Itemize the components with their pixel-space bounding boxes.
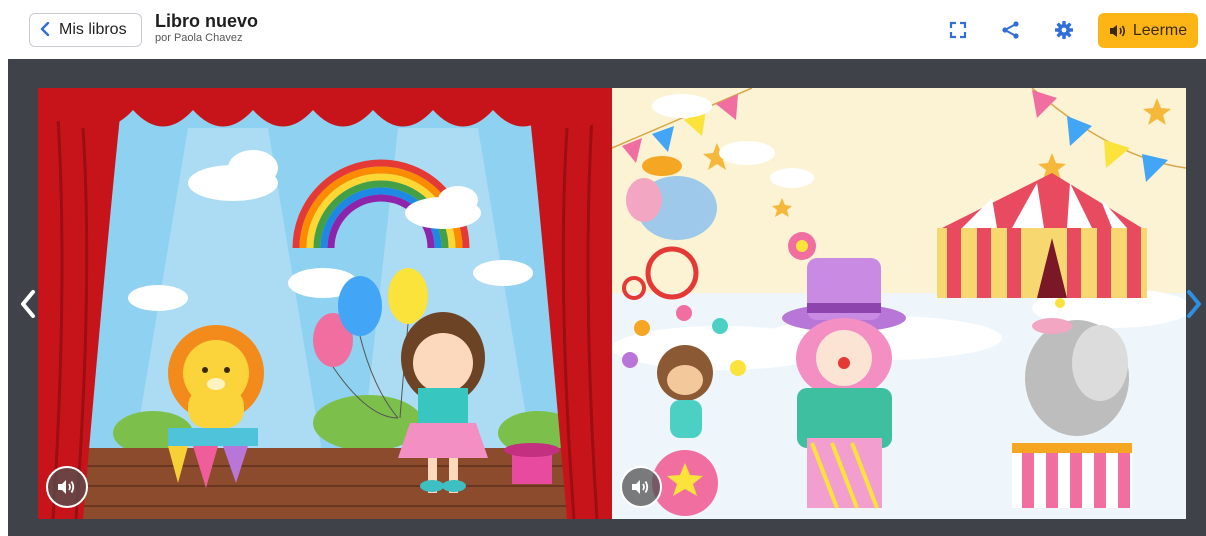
page-audio-button-right[interactable] bbox=[620, 466, 662, 508]
speaker-icon bbox=[632, 480, 649, 494]
book-page-left bbox=[38, 88, 612, 519]
share-icon bbox=[1002, 21, 1019, 39]
share-button[interactable] bbox=[1001, 20, 1021, 40]
back-button-label: Mis libros bbox=[59, 21, 127, 38]
book-page-right bbox=[612, 88, 1186, 519]
back-to-my-books-button[interactable]: Mis libros bbox=[29, 13, 142, 47]
book-title-block: Libro nuevo por Paola Chavez bbox=[155, 11, 258, 45]
read-aloud-button[interactable]: Leerme bbox=[1098, 13, 1198, 48]
previous-page-button[interactable] bbox=[20, 289, 36, 324]
fullscreen-icon bbox=[949, 21, 967, 39]
chevron-right-icon bbox=[1187, 290, 1201, 318]
chevron-left-icon bbox=[40, 21, 50, 39]
gear-icon bbox=[1055, 21, 1073, 39]
book-title: Libro nuevo bbox=[155, 11, 258, 31]
book-author: por Paola Chavez bbox=[155, 32, 243, 44]
theater-stage-illustration bbox=[38, 88, 612, 519]
speaker-icon bbox=[58, 480, 75, 494]
circus-illustration bbox=[612, 88, 1186, 519]
chevron-left-icon bbox=[21, 290, 35, 318]
book-reader bbox=[8, 59, 1206, 536]
settings-button[interactable] bbox=[1054, 20, 1074, 40]
next-page-button[interactable] bbox=[1186, 289, 1202, 324]
read-aloud-label: Leerme bbox=[1132, 21, 1188, 39]
fullscreen-button[interactable] bbox=[948, 20, 968, 40]
top-bar: Mis libros Libro nuevo por Paola Chavez bbox=[0, 0, 1206, 59]
speaker-icon bbox=[1109, 24, 1125, 37]
page-audio-button-left[interactable] bbox=[46, 466, 88, 508]
